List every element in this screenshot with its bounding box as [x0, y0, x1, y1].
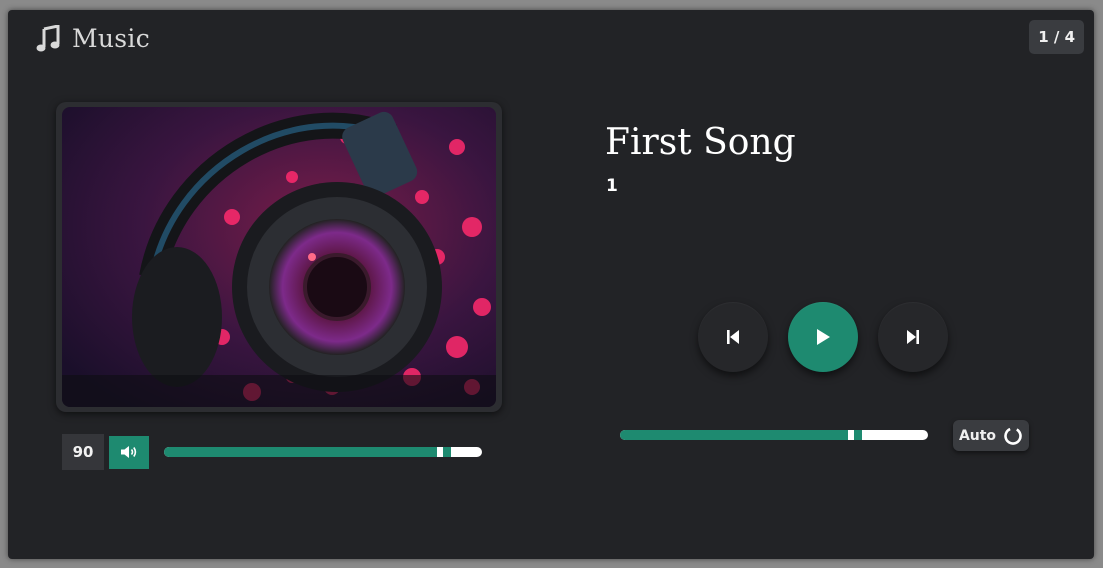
autoplay-button[interactable]: Auto	[953, 420, 1029, 451]
seek-controls	[620, 430, 928, 440]
autoplay-label: Auto	[958, 427, 997, 444]
song-title: First Song	[605, 122, 796, 163]
music-note-icon	[36, 24, 60, 51]
volume-slider-thumb[interactable]	[437, 447, 451, 457]
play-button[interactable]	[788, 302, 858, 372]
app-header: Music	[36, 24, 150, 53]
mute-button[interactable]	[109, 435, 149, 469]
next-track-button[interactable]	[878, 302, 948, 372]
seek-slider[interactable]	[620, 430, 928, 440]
music-player-window: Music 1 / 4 90 First Song 1 Auto	[8, 10, 1094, 559]
track-counter-badge: 1 / 4	[1029, 20, 1084, 54]
app-title: Music	[72, 24, 151, 53]
seek-slider-fill	[620, 430, 848, 440]
skip-previous-icon	[727, 330, 739, 344]
song-artist: 1	[606, 176, 618, 196]
album-art-image	[62, 107, 496, 407]
volume-slider[interactable]	[164, 447, 482, 457]
previous-track-button[interactable]	[698, 302, 768, 372]
seek-slider-thumb[interactable]	[848, 430, 862, 440]
volume-controls: 90	[62, 434, 482, 470]
speaker-icon	[121, 446, 137, 458]
album-art-frame	[56, 102, 502, 412]
loop-ring-icon	[1004, 426, 1022, 445]
skip-next-icon	[907, 330, 919, 344]
play-icon	[817, 329, 830, 345]
volume-value: 90	[62, 434, 104, 470]
volume-slider-fill	[164, 447, 437, 457]
